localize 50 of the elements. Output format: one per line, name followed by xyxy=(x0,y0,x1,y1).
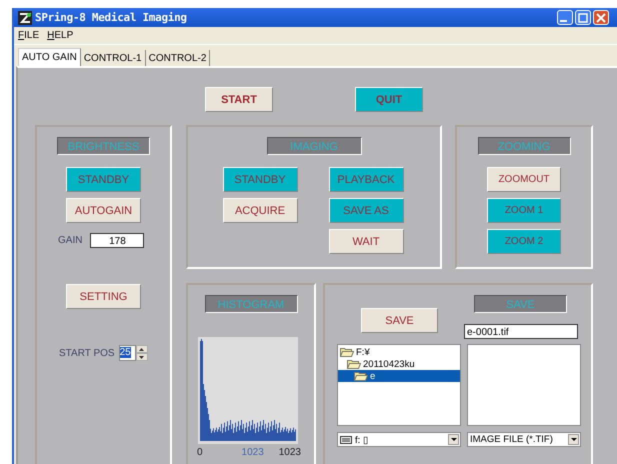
zoom-button[interactable]: ZOOMOUT xyxy=(487,167,561,192)
file-type-dropdown[interactable]: IMAGE FILE (*.TIF) xyxy=(467,432,581,447)
maximize-icon xyxy=(578,12,588,22)
zoom-button[interactable]: ZOOM 1 xyxy=(487,198,561,223)
caret-icon xyxy=(570,438,576,441)
setting-button[interactable]: SETTING xyxy=(66,284,141,309)
quit-button[interactable]: QUIT xyxy=(355,87,423,112)
axis-label: 1023 xyxy=(242,447,264,458)
folder-icon xyxy=(354,371,368,381)
group-header: SAVE xyxy=(474,295,567,313)
file-name-field[interactable]: e-0001.tif xyxy=(464,324,578,339)
close-button[interactable] xyxy=(593,10,609,25)
tab[interactable]: AUTO GAIN xyxy=(18,48,81,66)
minimize-button[interactable] xyxy=(557,10,573,25)
gain-field[interactable]: 178 xyxy=(90,233,144,248)
mode-button[interactable]: AUTOGAIN xyxy=(66,198,141,223)
folder-item[interactable]: 20110423ku xyxy=(338,358,460,370)
axis-label: 1023 xyxy=(278,447,301,458)
start-pos-field[interactable]: 25 xyxy=(118,345,136,361)
gain-label: GAIN xyxy=(58,235,82,246)
group-header: ZOOMING xyxy=(478,137,570,155)
maximize-button[interactable] xyxy=(575,10,591,25)
zoom-button[interactable]: ZOOM 2 xyxy=(487,229,561,254)
app-logo-icon xyxy=(18,10,32,24)
close-icon xyxy=(596,12,606,22)
spin-buttons[interactable] xyxy=(136,345,148,361)
group-header: HISTOGRAM xyxy=(204,295,298,313)
drive-dropdown[interactable]: f: ▯ xyxy=(337,432,461,447)
group-header: IMAGING xyxy=(266,137,362,155)
menu-item[interactable]: FILE xyxy=(18,30,40,41)
drive-icon xyxy=(340,436,352,444)
mode-button[interactable]: STANDBY xyxy=(66,167,141,192)
imaging-button[interactable]: SAVE AS xyxy=(328,198,404,223)
folder-icon xyxy=(347,359,361,369)
window-title: SPring-8 Medical Imaging xyxy=(35,11,187,24)
group-header: BRIGHTNESS xyxy=(57,137,150,155)
imaging-button[interactable]: STANDBY xyxy=(222,167,298,192)
start-pos-label: START POS xyxy=(59,348,115,358)
imaging-button[interactable]: PLAYBACK xyxy=(328,167,404,192)
save-button[interactable]: SAVE xyxy=(361,308,438,333)
caret-icon xyxy=(450,438,456,441)
start-button[interactable]: START xyxy=(205,87,273,112)
imaging-button[interactable]: ACQUIRE xyxy=(222,198,298,223)
folder-item[interactable]: F:¥ xyxy=(338,346,460,358)
minimize-icon xyxy=(560,20,567,22)
imaging-button[interactable]: WAIT xyxy=(328,229,404,254)
menu-item[interactable]: HELP xyxy=(47,30,74,41)
folder-item[interactable]: e xyxy=(338,370,460,382)
folder-icon xyxy=(340,347,354,357)
axis-label: 0 xyxy=(197,447,203,458)
